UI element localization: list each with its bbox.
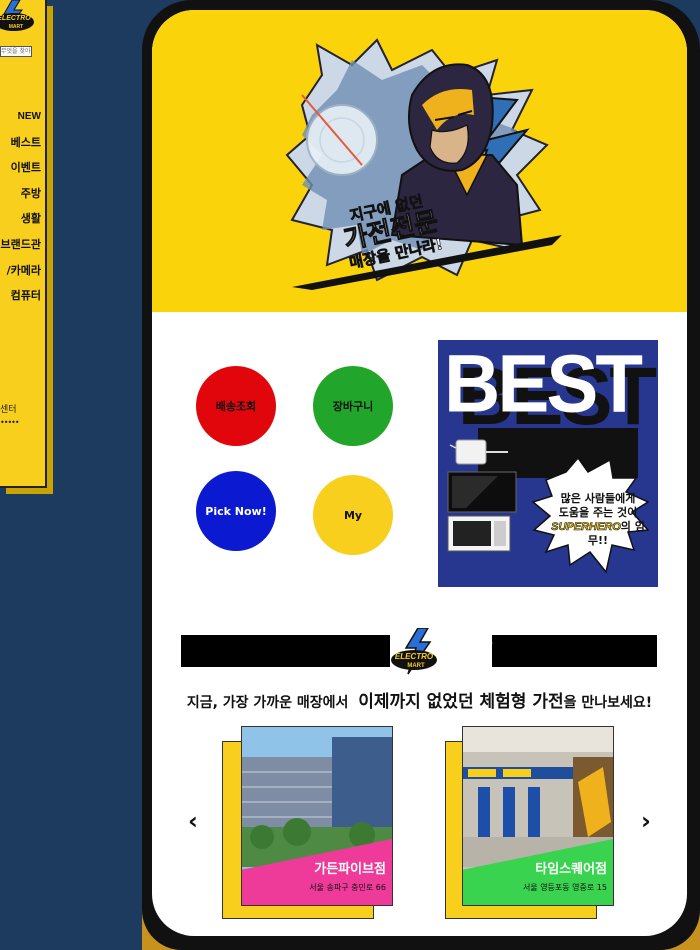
sidebar-item-computer[interactable]: 컴퓨터 <box>1 289 41 315</box>
sidebar-item-new[interactable]: NEW <box>1 110 41 136</box>
pick-now-button[interactable]: Pick Now! <box>196 471 276 551</box>
store-card-timesquare[interactable]: 타임스퀘어점 서울 영등포동 영중로 15 <box>462 726 614 906</box>
hero-banner[interactable]: 지구에 없던 가전전문 매장을 만나라! <box>152 10 687 312</box>
cart-button[interactable]: 장바구니 <box>313 366 393 446</box>
my-page-button[interactable]: My <box>313 475 393 555</box>
electro-mart-logo: ELECTRO MART <box>391 628 437 675</box>
tagline-highlight: 이제까지 없었던 체험형 가전 <box>358 692 564 712</box>
sidebar-center-link[interactable]: 센터 <box>0 402 17 415</box>
best-bubble-line2: 도움을 주는 것이 <box>558 506 638 519</box>
best-banner[interactable]: BEST 많은 사람들에게 도움을 주는 것이 SUPERHERO의 임무!! <box>438 340 658 587</box>
best-products-illustration <box>447 428 650 574</box>
sidebar-logo[interactable]: ELECTRO MART <box>0 0 34 36</box>
phone-screen: 지구에 없던 가전전문 매장을 만나라! 배송조회 장바구니 Pick Now!… <box>152 10 687 936</box>
sidebar-item-event[interactable]: 이벤트 <box>1 161 41 187</box>
store-name: 타임스퀘어점 <box>535 862 607 877</box>
best-bubble-line1: 많은 사람들에게 <box>560 492 636 505</box>
carousel-next-arrow[interactable]: › <box>641 807 651 835</box>
delivery-track-button[interactable]: 배송조회 <box>196 366 276 446</box>
sidebar-search-input[interactable]: 무엇을 찾아줄까? <box>0 46 32 57</box>
sidebar-item-kitchen[interactable]: 주방 <box>1 187 41 213</box>
sidebar: ELECTRO MART 무엇을 찾아줄까? NEW 베스트 이벤트 주방 생활… <box>0 0 47 488</box>
tagline-start: 지금, 가장 가까운 매장에서 <box>186 695 349 711</box>
svg-text:MART: MART <box>9 24 23 30</box>
carousel-prev-arrow[interactable]: ‹ <box>188 807 198 835</box>
sidebar-menu: NEW 베스트 이벤트 주방 생활 브랜드관 /카메라 컴퓨터 <box>1 110 41 315</box>
best-bubble-superhero: SUPERHERO <box>551 521 621 534</box>
now-title: NOW! <box>440 640 493 661</box>
svg-text:ELECTRO: ELECTRO <box>0 15 31 22</box>
sidebar-item-best[interactable]: 베스트 <box>1 136 41 162</box>
tagline-end: 을 만나보세요! <box>563 695 653 711</box>
sidebar-item-living[interactable]: 생활 <box>1 212 41 238</box>
sidebar-item-brand[interactable]: 브랜드관 <box>1 238 41 264</box>
best-bubble-text: 많은 사람들에게 도움을 주는 것이 SUPERHERO의 임무!! <box>548 492 648 548</box>
sidebar-dots: ••••• <box>0 418 20 427</box>
hero-superhero-illustration: 지구에 없던 가전전문 매장을 만나라! <box>285 38 562 290</box>
svg-text:MART: MART <box>407 663 425 669</box>
svg-text:ELECTRO: ELECTRO <box>395 652 434 661</box>
now-tagline: 지금, 가장 가까운 매장에서 이제까지 없었던 체험형 가전을 만나보세요! <box>152 687 687 712</box>
sidebar-item-camera[interactable]: /카메라 <box>1 264 41 290</box>
store-card-gardenfive[interactable]: 가든파이브점 서울 송파구 충민로 66 <box>241 726 393 906</box>
store-address: 서울 송파구 충민로 66 <box>309 883 386 892</box>
store-name: 가든파이브점 <box>314 862 386 877</box>
store-address: 서울 영등포동 영중로 15 <box>522 883 607 892</box>
